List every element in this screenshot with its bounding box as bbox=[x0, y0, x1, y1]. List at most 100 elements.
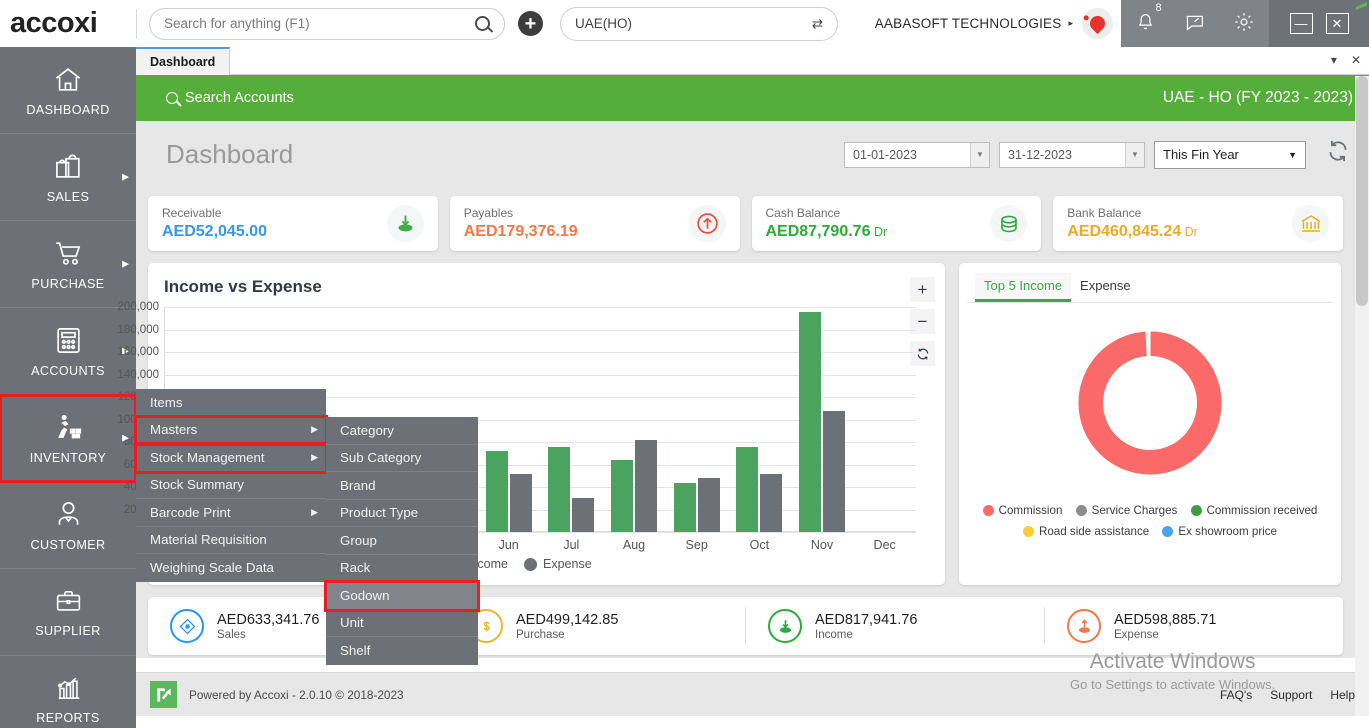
menu-item-barcode-print[interactable]: Barcode Print▶ bbox=[136, 499, 326, 527]
bar-expense[interactable] bbox=[823, 411, 845, 533]
bar-income[interactable] bbox=[674, 483, 696, 533]
bar-expense[interactable] bbox=[760, 474, 782, 533]
window-scrollbar[interactable] bbox=[1355, 76, 1369, 716]
legend-item-ex-showroom-price[interactable]: Ex showroom price bbox=[1162, 522, 1277, 541]
menu-item-stock-management[interactable]: Stock Management▶ bbox=[136, 444, 326, 472]
summary-card-purchase[interactable]: AED499,142.85Purchase bbox=[447, 607, 746, 645]
footer-link-faqs[interactable]: FAQ's bbox=[1220, 688, 1252, 702]
legend-swatch bbox=[524, 558, 537, 571]
legend-item-expense[interactable]: Expense bbox=[524, 557, 592, 571]
summary-card-expense[interactable]: AED598,885.71Expense bbox=[1045, 607, 1343, 645]
date-to-value: 31-12-2023 bbox=[1008, 148, 1072, 162]
menu-item-unit[interactable]: Unit bbox=[326, 610, 478, 638]
period-select[interactable]: This Fin Year ▼ bbox=[1154, 141, 1306, 169]
window-scrollbar-thumb[interactable] bbox=[1356, 76, 1368, 306]
bar-income[interactable] bbox=[799, 312, 821, 533]
bar-expense[interactable] bbox=[510, 474, 532, 533]
branch-value: UAE(HO) bbox=[575, 16, 632, 31]
legend-item-service-charges[interactable]: Service Charges bbox=[1076, 501, 1178, 520]
menu-item-sub-category[interactable]: Sub Category bbox=[326, 445, 478, 473]
page-title: Dashboard bbox=[166, 139, 293, 170]
bar-group[interactable] bbox=[611, 440, 657, 532]
global-search[interactable] bbox=[149, 8, 505, 40]
bar-group[interactable] bbox=[486, 451, 532, 532]
bar-group[interactable] bbox=[548, 447, 594, 533]
chevron-down-icon[interactable]: ▼ bbox=[970, 143, 989, 167]
menu-item-group[interactable]: Group bbox=[326, 527, 478, 555]
menu-item-label: Barcode Print bbox=[150, 505, 231, 520]
bar-income[interactable] bbox=[611, 460, 633, 532]
home-icon bbox=[50, 64, 86, 98]
avatar[interactable] bbox=[1082, 8, 1113, 39]
sidebar-item-sales[interactable]: SALES ▶ bbox=[0, 134, 136, 221]
menu-item-category[interactable]: Category bbox=[326, 417, 478, 445]
tab-top5-expense[interactable]: Expense bbox=[1071, 273, 1140, 302]
menu-item-rack[interactable]: Rack bbox=[326, 555, 478, 583]
tab-dashboard[interactable]: Dashboard bbox=[136, 47, 230, 75]
menu-item-weighing-scale-data[interactable]: Weighing Scale Data bbox=[136, 554, 326, 582]
legend-item-commission-received[interactable]: Commission received bbox=[1191, 501, 1318, 520]
sidebar-item-inventory[interactable]: INVENTORY ▶ bbox=[0, 395, 136, 482]
summary-card-income[interactable]: AED817,941.76Income bbox=[746, 607, 1045, 645]
menu-item-items[interactable]: Items bbox=[136, 389, 326, 417]
legend-item-road-side-assistance[interactable]: Road side assistance bbox=[1023, 522, 1149, 541]
kpi-card-receivable[interactable]: Receivable AED52,045.00 bbox=[148, 196, 438, 251]
bar-group[interactable] bbox=[736, 447, 782, 533]
sidebar-item-dashboard[interactable]: DASHBOARD bbox=[0, 47, 136, 134]
legend-item-commission[interactable]: Commission bbox=[983, 501, 1063, 520]
menu-item-stock-summary[interactable]: Stock Summary bbox=[136, 472, 326, 500]
sidebar-item-accounts[interactable]: ACCOUNTS ▶ bbox=[0, 308, 136, 395]
menu-item-shelf[interactable]: Shelf bbox=[326, 637, 478, 665]
date-to-field[interactable]: 31-12-2023 ▼ bbox=[999, 142, 1145, 168]
bar-expense[interactable] bbox=[698, 478, 720, 532]
close-icon[interactable]: ✕ bbox=[1326, 13, 1349, 34]
bar-expense[interactable] bbox=[635, 440, 657, 532]
bell-icon[interactable]: 8 bbox=[1135, 11, 1156, 37]
refresh-icon[interactable] bbox=[1325, 138, 1351, 171]
message-icon[interactable] bbox=[1183, 12, 1206, 36]
tab-top5-income[interactable]: Top 5 Income bbox=[975, 273, 1071, 302]
kpi-card-bank-balance[interactable]: Bank Balance AED460,845.24 Dr bbox=[1053, 196, 1343, 251]
menu-item-label: Items bbox=[150, 395, 183, 410]
bar-group[interactable] bbox=[799, 312, 845, 533]
menu-item-godown[interactable]: Godown bbox=[326, 582, 478, 610]
search-accounts-button[interactable]: Search Accounts bbox=[166, 90, 294, 106]
search-icon[interactable] bbox=[475, 16, 490, 31]
kpi-card-payables[interactable]: Payables AED179,376.19 bbox=[450, 196, 740, 251]
y-tick-label: 160,000 bbox=[117, 346, 159, 358]
date-from-field[interactable]: 01-01-2023 ▼ bbox=[844, 142, 990, 168]
add-button[interactable]: + bbox=[518, 11, 543, 36]
kpi-card-cash-balance[interactable]: Cash Balance AED87,790.76 Dr bbox=[752, 196, 1042, 251]
menu-item-brand[interactable]: Brand bbox=[326, 472, 478, 500]
company-menu[interactable]: AABASOFT TECHNOLOGIES ▸ bbox=[875, 8, 1121, 39]
minimize-icon[interactable]: — bbox=[1290, 13, 1313, 34]
sidebar-item-customer[interactable]: CUSTOMER bbox=[0, 482, 136, 569]
zoom-in-icon[interactable]: + bbox=[910, 277, 935, 302]
bar-income[interactable] bbox=[486, 451, 508, 532]
gear-icon[interactable] bbox=[1233, 11, 1255, 36]
inventory-menu: Items Masters▶Stock Management▶Stock Summ… bbox=[136, 389, 326, 582]
chevron-right-icon[interactable]: ▸ bbox=[1068, 18, 1073, 29]
branch-selector[interactable]: UAE(HO) ⇄ bbox=[560, 7, 838, 41]
tab-close-icon[interactable]: ✕ bbox=[1351, 53, 1361, 67]
switch-branch-icon[interactable]: ⇄ bbox=[812, 16, 823, 32]
bar-group[interactable] bbox=[674, 478, 720, 532]
sidebar-item-reports[interactable]: REPORTS bbox=[0, 656, 136, 728]
sidebar-item-purchase[interactable]: PURCHASE ▶ bbox=[0, 221, 136, 308]
x-tick-label: Sep bbox=[686, 538, 708, 552]
chevron-down-icon[interactable]: ▼ bbox=[1125, 143, 1144, 167]
footer-link-help[interactable]: Help bbox=[1330, 688, 1355, 702]
menu-item-masters[interactable]: Masters▶ bbox=[136, 417, 326, 445]
bar-income[interactable] bbox=[548, 447, 570, 533]
legend-label: Expense bbox=[543, 557, 592, 571]
footer-link-support[interactable]: Support bbox=[1270, 688, 1312, 702]
search-input[interactable] bbox=[164, 16, 475, 31]
sidebar-item-supplier[interactable]: SUPPLIER bbox=[0, 569, 136, 656]
menu-item-product-type[interactable]: Product Type bbox=[326, 500, 478, 528]
bar-expense[interactable] bbox=[572, 498, 594, 532]
menu-item-label: Shelf bbox=[340, 643, 370, 658]
tab-list-caret-icon[interactable]: ▾ bbox=[1331, 53, 1337, 67]
bar-income[interactable] bbox=[736, 447, 758, 533]
chevron-down-icon[interactable]: ▼ bbox=[1288, 150, 1297, 160]
menu-item-material-requisition[interactable]: Material Requisition bbox=[136, 527, 326, 555]
